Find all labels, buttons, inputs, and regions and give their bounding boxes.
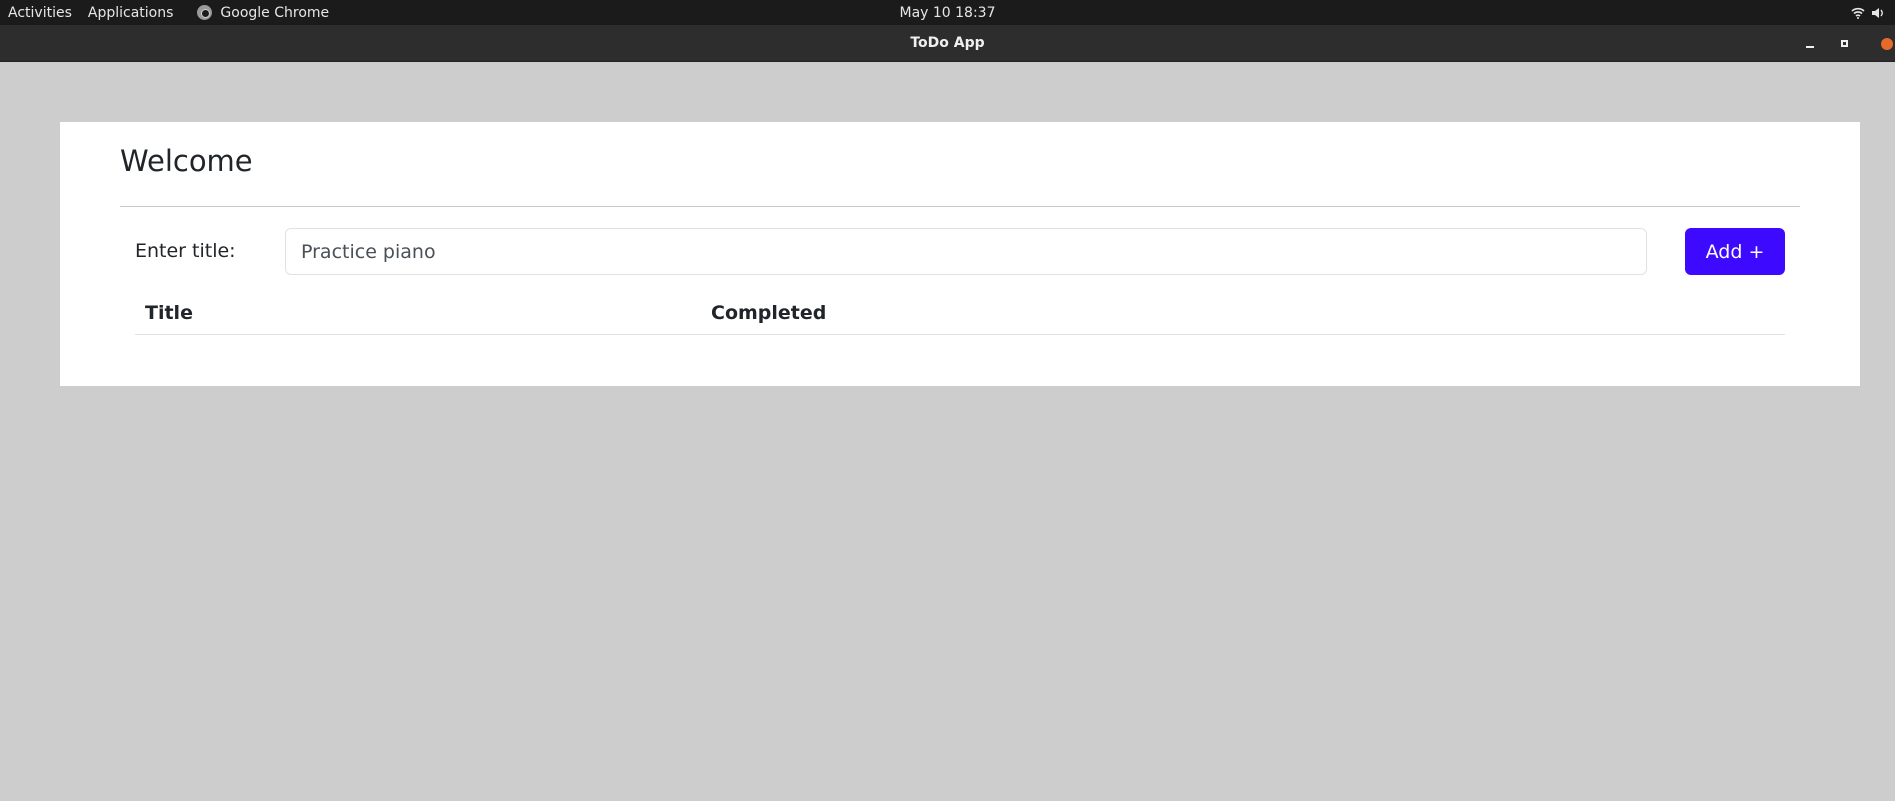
window-controls xyxy=(1793,25,1895,62)
window-title: ToDo App xyxy=(910,35,985,51)
title-input[interactable] xyxy=(285,228,1647,275)
table-header-row: Title Completed xyxy=(135,290,1785,335)
todo-table: Title Completed xyxy=(135,290,1785,335)
close-icon xyxy=(1881,37,1893,50)
close-button[interactable] xyxy=(1861,25,1895,62)
column-header-completed: Completed xyxy=(701,290,1785,335)
app-menu-label: Google Chrome xyxy=(220,4,330,21)
page-title: Welcome xyxy=(120,144,253,178)
wifi-icon xyxy=(1851,7,1865,19)
add-todo-form: Enter title: Add + xyxy=(135,228,1785,276)
chrome-icon xyxy=(197,5,213,20)
title-label: Enter title: xyxy=(135,240,236,262)
maximize-icon xyxy=(1840,40,1848,47)
system-top-bar: Activities Applications Google Chrome Ma… xyxy=(0,0,1895,25)
app-menu[interactable]: Google Chrome xyxy=(197,5,329,21)
system-tray[interactable] xyxy=(1851,0,1885,25)
column-header-title: Title xyxy=(135,290,701,335)
minimize-button[interactable] xyxy=(1793,25,1827,62)
divider xyxy=(120,206,1800,207)
window-title-bar[interactable]: ToDo App xyxy=(0,25,1895,62)
todo-card: Welcome Enter title: Add + Title Complet… xyxy=(60,122,1860,386)
activities-button[interactable]: Activities xyxy=(0,5,80,21)
volume-icon xyxy=(1871,7,1885,19)
minimize-icon xyxy=(1806,45,1814,48)
clock[interactable]: May 10 18:37 xyxy=(899,5,995,21)
maximize-button[interactable] xyxy=(1827,25,1861,62)
applications-menu[interactable]: Applications xyxy=(80,5,182,21)
add-button[interactable]: Add + xyxy=(1685,228,1785,275)
